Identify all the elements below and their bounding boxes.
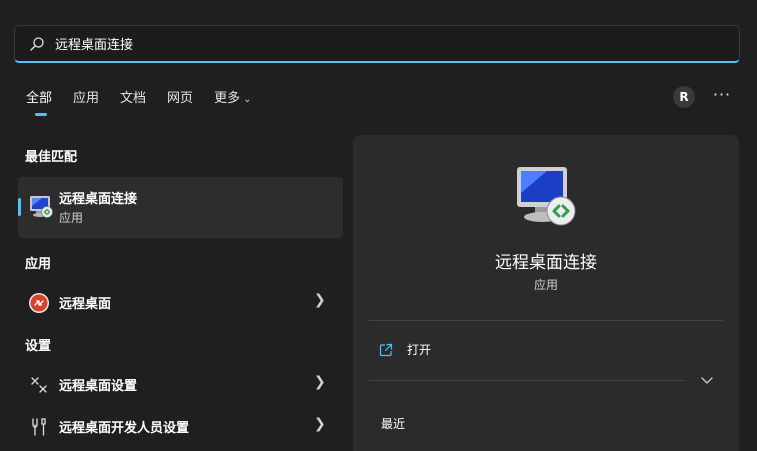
more-options-button[interactable]: ··· xyxy=(712,86,732,108)
tab-more-label: 更多 xyxy=(214,91,241,106)
selection-indicator xyxy=(18,198,21,216)
best-match-subtitle: 应用 xyxy=(59,211,84,225)
detail-panel: 远程桌面连接 应用 打开 最近 xyxy=(353,135,739,451)
chevron-down-icon[interactable] xyxy=(699,372,715,388)
tab-documents[interactable]: 文档 xyxy=(120,88,146,112)
detail-subtitle: 应用 xyxy=(533,278,558,292)
tab-more[interactable]: 更多 ⌄ xyxy=(214,88,251,112)
tab-web[interactable]: 网页 xyxy=(167,88,193,112)
remote-desktop-app-icon xyxy=(29,293,49,313)
filter-tabs: 全部 应用 文档 网页 更多 ⌄ xyxy=(26,88,272,118)
list-item[interactable]: 远程桌面设置 ❯ xyxy=(18,366,343,402)
divider xyxy=(369,320,723,321)
best-match-result[interactable]: 远程桌面连接 应用 xyxy=(18,177,343,238)
avatar[interactable]: R xyxy=(673,86,695,108)
section-apps: 应用 xyxy=(25,257,52,272)
detail-title: 远程桌面连接 xyxy=(495,253,597,273)
tab-apps-label: 应用 xyxy=(73,91,100,106)
list-item[interactable]: 远程桌面 ❯ xyxy=(18,284,343,320)
list-item-label: 远程桌面开发人员设置 xyxy=(59,421,190,436)
tab-apps[interactable]: 应用 xyxy=(73,88,99,112)
open-external-icon xyxy=(379,343,393,356)
developer-tools-icon xyxy=(32,418,46,436)
chevron-right-icon: ❯ xyxy=(314,374,326,390)
remote-settings-icon xyxy=(31,377,47,393)
divider xyxy=(369,380,685,381)
section-best-match: 最佳匹配 xyxy=(25,150,78,165)
tab-documents-label: 文档 xyxy=(120,91,147,106)
open-label: 打开 xyxy=(407,343,432,357)
chevron-down-icon: ⌄ xyxy=(243,94,252,105)
list-item-label: 远程桌面 xyxy=(59,297,112,312)
best-match-title: 远程桌面连接 xyxy=(59,192,138,207)
tab-all[interactable]: 全部 xyxy=(26,88,53,116)
list-item[interactable]: 远程桌面开发人员设置 ❯ xyxy=(18,408,343,444)
search-icon xyxy=(30,36,44,51)
search-bar[interactable]: 远程桌面连接 xyxy=(14,25,740,63)
recent-heading: 最近 xyxy=(381,417,406,431)
tab-web-label: 网页 xyxy=(167,91,194,106)
chevron-right-icon: ❯ xyxy=(314,416,326,432)
search-input[interactable]: 远程桌面连接 xyxy=(55,34,133,53)
remote-desktop-connection-icon xyxy=(30,196,53,218)
remote-desktop-connection-icon xyxy=(517,167,576,226)
chevron-right-icon: ❯ xyxy=(314,292,326,308)
section-settings: 设置 xyxy=(25,339,52,354)
open-button[interactable]: 打开 xyxy=(379,341,431,358)
list-item-label: 远程桌面设置 xyxy=(59,379,138,394)
tab-all-label: 全部 xyxy=(26,91,53,106)
